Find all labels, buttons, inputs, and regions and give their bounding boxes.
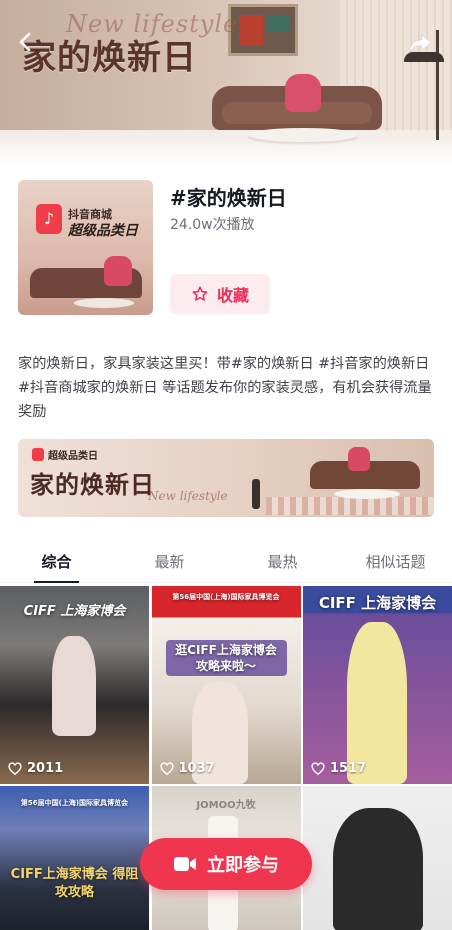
video-overlay-text: CIFF上海家博会 得阻攻攻略 (10, 867, 139, 900)
topic-cover: ♪ 抖音商城 超级品类日 (18, 180, 153, 315)
video-card[interactable]: CIFF 上海家博会 1517 (303, 586, 452, 784)
tab-bar: 综合 最新 最热 相似话题 (0, 543, 452, 583)
play-count: 24.0w次播放 (170, 217, 255, 233)
video-camera-icon (174, 857, 196, 871)
banner-mascot (348, 447, 370, 471)
heart-icon (8, 761, 22, 775)
share-button[interactable] (406, 30, 434, 58)
video-card[interactable] (303, 786, 452, 930)
like-count-value: 1037 (178, 761, 215, 776)
join-button[interactable]: 立即参与 (140, 838, 312, 890)
banner-rug (266, 497, 434, 515)
back-button[interactable] (14, 30, 38, 54)
video-overlay-text: CIFF 上海家博会 (23, 604, 126, 619)
video-card[interactable]: CIFF 上海家博会 2011 (0, 586, 149, 784)
banner-badge: 超级品类日 (32, 447, 98, 462)
hero-banner: New lifestyle 家的焕新日 (0, 0, 452, 165)
video-header-text: 第56届中国(上海)国际家具博览会 (172, 593, 280, 601)
like-count-value: 1517 (330, 761, 367, 776)
video-person (333, 808, 423, 930)
favorite-button[interactable]: 收藏 (170, 274, 270, 314)
tab-latest[interactable]: 最新 (113, 543, 226, 582)
banner-title: 家的焕新日 (30, 471, 155, 499)
hero-mascot (285, 74, 321, 112)
join-label: 立即参与 (207, 855, 279, 876)
topic-title: #家的焕新日 (170, 186, 287, 210)
video-overlay-text: CIFF 上海家博会 (318, 594, 437, 612)
topic-description: 家的焕新日，家具家装这里买！带#家的焕新日 #抖音家的焕新日 #抖音商城家的焕新… (18, 356, 432, 420)
douyin-badge-icon (32, 448, 44, 461)
video-person (52, 636, 96, 736)
video-person (347, 622, 407, 784)
video-card[interactable]: 第56届中国(上海)国际家具博览会 CIFF上海家博会 得阻攻攻略 (0, 786, 149, 930)
heart-icon (311, 761, 325, 775)
video-card[interactable]: 第56届中国(上海)国际家具博览会 逛CIFF上海家博会 攻略来啦～ 1037 (151, 586, 301, 784)
like-count: 1517 (311, 761, 366, 776)
cover-table (74, 298, 134, 308)
hero-lamp (436, 30, 439, 140)
tab-comprehensive[interactable]: 综合 (0, 543, 113, 583)
like-count: 2011 (8, 761, 63, 776)
cover-mascot (104, 256, 132, 286)
chevron-left-icon (19, 32, 31, 52)
hero-title: 家的焕新日 (22, 38, 197, 78)
banner-script-text: New lifestyle (148, 489, 228, 503)
share-arrow-icon (408, 34, 432, 54)
tab-hottest[interactable]: 最热 (226, 543, 339, 582)
banner-badge-text: 超级品类日 (48, 451, 98, 462)
hero-coffee-table (248, 128, 358, 142)
video-overlay-text: 逛CIFF上海家博会 攻略来啦～ (165, 640, 287, 676)
star-icon (192, 286, 208, 301)
tab-similar-topics[interactable]: 相似话题 (339, 543, 452, 582)
cover-event-text: 超级品类日 (68, 223, 138, 239)
like-count: 1037 (159, 761, 215, 776)
favorite-label: 收藏 (216, 286, 249, 305)
heart-icon (159, 761, 174, 775)
douyin-mall-logo-icon: ♪ (36, 204, 62, 234)
like-count-value: 2011 (27, 761, 64, 776)
banner-table (334, 489, 400, 499)
promo-banner[interactable]: 超级品类日 家的焕新日 New lifestyle (18, 439, 434, 517)
hero-painting (228, 4, 298, 56)
video-overlay-text: JOMOO九牧 (196, 800, 256, 811)
banner-lamp (252, 479, 260, 509)
video-header-text: 第56届中国(上海)国际家具博览会 (20, 799, 129, 807)
